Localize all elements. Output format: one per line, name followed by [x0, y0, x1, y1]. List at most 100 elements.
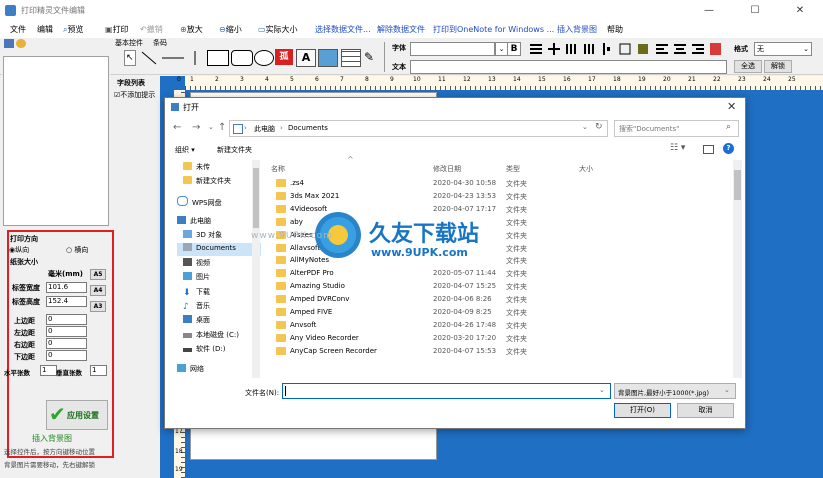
landscape-radio[interactable]: ○ 横向	[66, 245, 88, 255]
file-row[interactable]: Any Video Recorder 2020-03-20 17:20 文件夹	[271, 332, 731, 345]
nav-item-wps-drive[interactable]: WPS网盘	[177, 196, 222, 209]
arc-text-tool[interactable]: 孤	[275, 49, 293, 65]
menu-preview[interactable]: ⌕预览	[63, 24, 83, 35]
cancel-button[interactable]: 取消	[677, 403, 734, 418]
nav-item-this-pc[interactable]: 此电脑	[177, 216, 211, 229]
menu-release-data-file[interactable]: 解除数据文件	[377, 24, 425, 35]
file-scrollbar[interactable]	[733, 160, 742, 378]
text-input[interactable]	[410, 60, 727, 74]
signature-icon[interactable]: ✎	[364, 50, 374, 64]
tab-basic-controls[interactable]: 基本控件	[115, 38, 143, 48]
address-bar[interactable]: › 此电脑 › Documents ⌄ ↻	[229, 120, 608, 137]
no-hint-checkbox[interactable]: ☑不添加提示	[114, 90, 155, 100]
nav-item-pictures[interactable]: 图片	[183, 272, 210, 285]
palette-icon[interactable]	[16, 39, 26, 48]
file-row[interactable]: Amped DVRConv 2020-04-06 8:26 文件夹	[271, 293, 731, 306]
alignment-buttons[interactable]	[528, 42, 726, 56]
margin-bottom-input[interactable]: 0	[46, 350, 87, 361]
menu-print-onenote[interactable]: 打印到OneNote for Windows ...	[433, 24, 554, 35]
select-all-button[interactable]: 全选	[734, 60, 762, 73]
new-folder-button[interactable]: 新建文件夹	[217, 145, 252, 155]
file-type-filter[interactable]: 背景图片,最好小于1000(*.jpg) ⌄	[614, 383, 736, 399]
file-row[interactable]: AlterPDF Pro 2020-05-07 11:44 文件夹	[271, 267, 731, 280]
file-row[interactable]: .zs4 2020-04-30 10:58 文件夹	[271, 177, 731, 190]
bold-button[interactable]: B	[507, 42, 521, 56]
nav-item-weichuan[interactable]: 未传	[183, 162, 210, 175]
nav-item-documents[interactable]: Documents	[177, 243, 261, 256]
portrait-radio[interactable]: ◉纵向	[9, 245, 29, 255]
refresh-icon[interactable]: ↻	[595, 122, 603, 132]
menu-help[interactable]: 帮助	[607, 24, 623, 35]
file-row[interactable]: 3ds Max 2021 2020-04-23 13:53 文件夹	[271, 190, 731, 203]
menu-undo[interactable]: ↶撤销	[140, 24, 163, 35]
column-date[interactable]: 修改日期	[433, 164, 461, 174]
menu-actual-size[interactable]: ▭实际大小	[258, 24, 298, 35]
apply-settings-button[interactable]: ✔ 应用设置	[46, 400, 108, 430]
table-tool[interactable]	[341, 49, 361, 67]
menu-file[interactable]: 文件	[10, 24, 26, 35]
view-options-icon[interactable]: ☷ ▾	[670, 143, 685, 153]
file-row[interactable]: AnyCap Screen Recorder 2020-04-07 15:53 文件…	[271, 345, 731, 358]
nav-item-drive-c[interactable]: 本地磁盘 (C:)	[183, 330, 239, 343]
tab-barcode[interactable]: 条码	[153, 38, 167, 48]
style-select[interactable]: 无 ⌄	[754, 42, 812, 56]
up-arrow-icon[interactable]: ↑	[218, 122, 226, 133]
menu-select-data-file[interactable]: 选择数据文件...	[315, 24, 371, 35]
a5-button[interactable]: A5	[90, 269, 106, 280]
maximize-button[interactable]: ☐	[732, 0, 778, 22]
column-type[interactable]: 类型	[506, 164, 520, 174]
open-button[interactable]: 打开(O)	[614, 403, 671, 418]
minimize-button[interactable]: —	[686, 0, 732, 22]
menu-zoom-in[interactable]: ⊕放大	[180, 24, 203, 35]
search-box[interactable]: 搜索"Documents" ⌕	[614, 120, 739, 137]
rounded-rect-tool[interactable]	[231, 50, 253, 66]
save-icon[interactable]	[4, 39, 14, 48]
nav-scrollbar[interactable]	[252, 160, 260, 378]
ellipse-tool[interactable]	[254, 50, 274, 66]
margin-top-input[interactable]: 0	[46, 314, 87, 325]
line-tools[interactable]	[140, 50, 198, 66]
nav-item-drive-d[interactable]: 软件 (D:)	[183, 344, 225, 357]
a3-button[interactable]: A3	[90, 301, 106, 312]
back-arrow-icon[interactable]: ←	[173, 122, 181, 133]
file-row[interactable]: Anvsoft 2020-04-26 17:48 文件夹	[271, 319, 731, 332]
a4-button[interactable]: A4	[90, 285, 106, 296]
nav-item-new-folder[interactable]: 新建文件夹	[183, 176, 231, 189]
nav-item-downloads[interactable]: ⬇ 下载	[183, 287, 210, 300]
control-list-box[interactable]	[3, 56, 109, 226]
history-chevron-icon[interactable]: ⌄	[208, 123, 214, 131]
breadcrumb-documents[interactable]: Documents	[288, 124, 328, 132]
text-tool[interactable]: A	[296, 49, 316, 67]
font-name-select[interactable]	[410, 42, 495, 56]
nav-scrollbar-thumb[interactable]	[253, 168, 259, 228]
close-button[interactable]: ✕	[777, 0, 823, 22]
nav-item-desktop[interactable]: 桌面	[183, 315, 210, 328]
breadcrumb-this-pc[interactable]: 此电脑	[254, 124, 275, 134]
insert-background-link[interactable]: 插入背景图	[32, 433, 72, 444]
address-dropdown-icon[interactable]: ⌄	[582, 123, 588, 131]
column-name[interactable]: 名称	[271, 164, 285, 174]
file-row[interactable]: Amazing Studio 2020-04-07 15:25 文件夹	[271, 280, 731, 293]
menu-edit[interactable]: 编辑	[37, 24, 53, 35]
margin-right-input[interactable]: 0	[46, 338, 87, 349]
image-tool[interactable]	[318, 49, 338, 67]
label-width-input[interactable]: 101.6	[46, 282, 87, 293]
menu-zoom-out[interactable]: ⊖缩小	[219, 24, 242, 35]
dialog-close-button[interactable]: ✕	[727, 100, 736, 113]
help-icon[interactable]: ?	[723, 143, 734, 154]
menu-print[interactable]: ▣打印	[105, 24, 129, 35]
filename-input[interactable]: ⌄	[282, 383, 611, 399]
margin-left-input[interactable]: 0	[46, 326, 87, 337]
column-size[interactable]: 大小	[579, 164, 593, 174]
file-scrollbar-thumb[interactable]	[734, 170, 741, 200]
nav-item-music[interactable]: ♪ 音乐	[183, 301, 210, 314]
nav-item-3d-objects[interactable]: 3D 对象	[183, 230, 222, 243]
v-count-input[interactable]: 1	[90, 365, 107, 376]
chevron-down-icon[interactable]: ⌄	[599, 386, 605, 394]
organize-menu[interactable]: 组织 ▾	[175, 145, 195, 155]
preview-pane-icon[interactable]	[703, 145, 714, 154]
nav-item-network[interactable]: 网络	[177, 364, 204, 377]
unlock-button[interactable]: 解锁	[764, 60, 792, 73]
nav-item-videos[interactable]: 视频	[183, 258, 210, 271]
file-row[interactable]: Amped FIVE 2020-04-09 8:25 文件夹	[271, 306, 731, 319]
